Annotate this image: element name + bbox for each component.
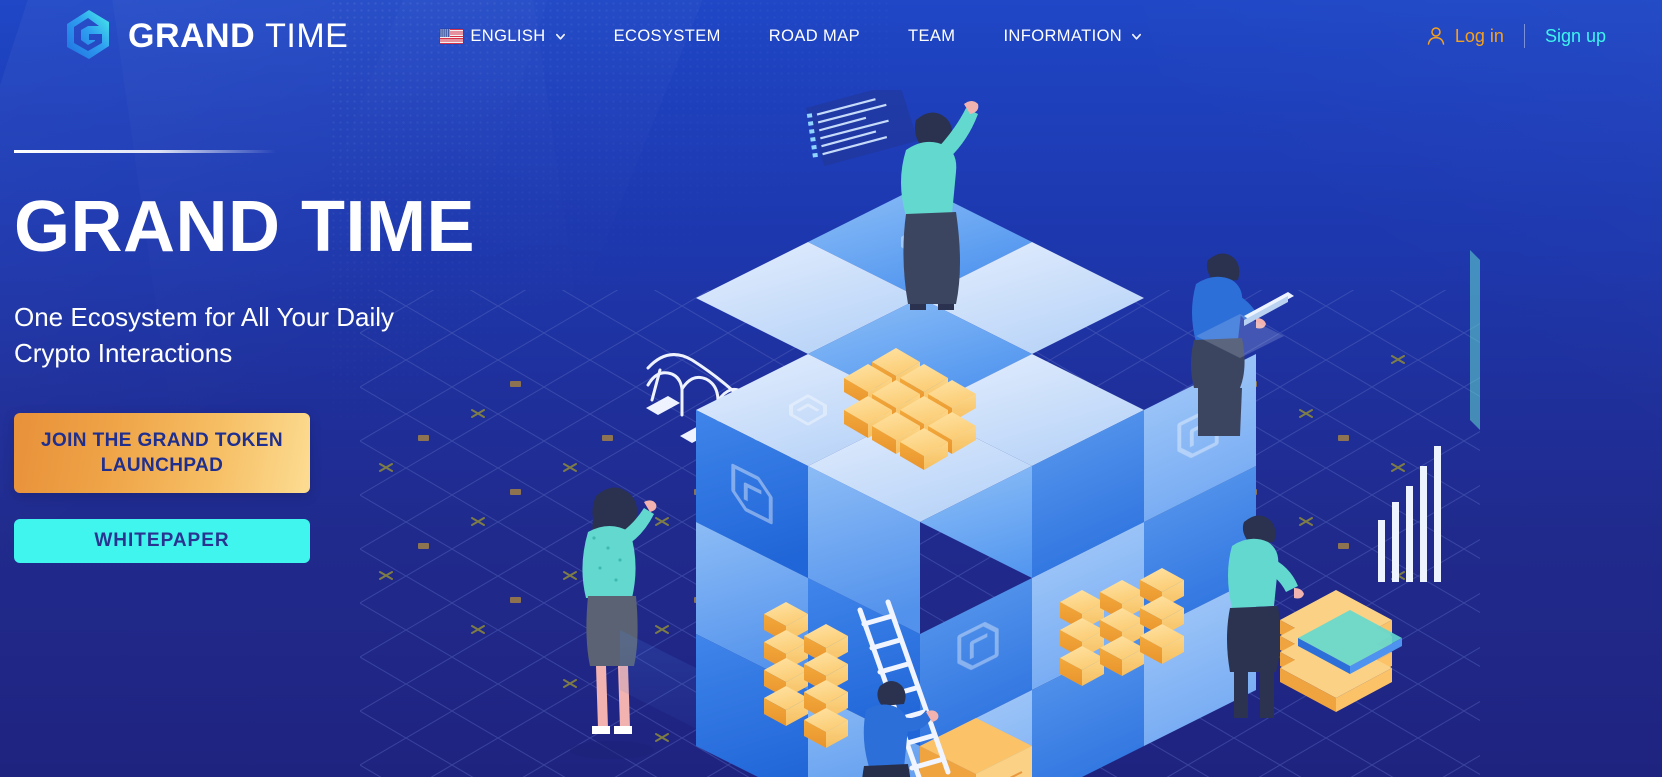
gold-bars-left xyxy=(764,602,848,748)
ladder xyxy=(857,599,951,777)
signup-link[interactable]: Sign up xyxy=(1545,26,1606,47)
bar-chart-decor xyxy=(1378,446,1441,582)
nav-label-road-map: ROAD MAP xyxy=(768,26,861,45)
nav-label-ecosystem: ECOSYSTEM xyxy=(613,26,721,45)
nav-item-road-map[interactable]: ROAD MAP xyxy=(745,21,884,52)
brand-name-light: TIME xyxy=(265,17,349,55)
site-header: GRAND TIME ENGLISH ECOSYSTEM ROAD MAP TE… xyxy=(0,0,1662,72)
chevron-down-icon xyxy=(1132,33,1142,40)
nav-item-team[interactable]: TEAM xyxy=(884,21,979,52)
login-link[interactable]: Log in xyxy=(1455,26,1504,47)
hero-subtitle: One Ecosystem for All Your Daily Crypto … xyxy=(14,302,395,368)
gold-bars-right xyxy=(1060,568,1184,686)
nav-item-english[interactable]: ENGLISH xyxy=(432,21,589,52)
nav-label-english: ENGLISH xyxy=(470,26,546,45)
join-launchpad-button[interactable]: JOIN THE GRAND TOKEN LAUNCHPAD xyxy=(14,413,310,494)
brand-logo[interactable]: GRAND TIME xyxy=(58,7,348,65)
figure-man-top-with-chart xyxy=(806,90,979,310)
whitepaper-button[interactable]: WHITEPAPER xyxy=(14,519,310,564)
nav-item-ecosystem[interactable]: ECOSYSTEM xyxy=(590,21,745,52)
figure-man-gold-stack xyxy=(1227,515,1304,718)
hero-section: GRAND TIME One Ecosystem for All Your Da… xyxy=(14,150,614,564)
hero-accent-rule xyxy=(14,150,276,153)
page-title: GRAND TIME xyxy=(14,187,475,267)
isometric-cube xyxy=(620,186,1256,777)
gold-bars-top xyxy=(844,348,976,470)
grand-time-hex-g-logo-icon xyxy=(67,10,109,59)
landing-page: GRAND TIME ENGLISH ECOSYSTEM ROAD MAP TE… xyxy=(0,0,1662,777)
auth-divider xyxy=(1523,24,1525,48)
figure-man-on-ladder xyxy=(862,681,939,777)
auth-actions: Log in Sign up xyxy=(1426,24,1606,48)
nav-label-team: TEAM xyxy=(908,26,956,45)
gold-layered-stack xyxy=(1280,590,1402,712)
orange-document-block xyxy=(920,718,1032,777)
brand-name: GRAND TIME xyxy=(128,19,348,53)
nav-item-information[interactable]: INFORMATION xyxy=(979,21,1166,52)
main-navigation: ENGLISH ECOSYSTEM ROAD MAP TEAM INFORMAT… xyxy=(432,21,1166,52)
nav-label-information: INFORMATION xyxy=(1003,26,1123,45)
us-flag-icon xyxy=(440,28,464,44)
brand-name-bold: GRAND xyxy=(128,17,256,55)
figure-man-seated-laptop xyxy=(1191,253,1294,436)
user-account-icon xyxy=(1427,27,1445,45)
chevron-down-icon xyxy=(555,33,565,40)
